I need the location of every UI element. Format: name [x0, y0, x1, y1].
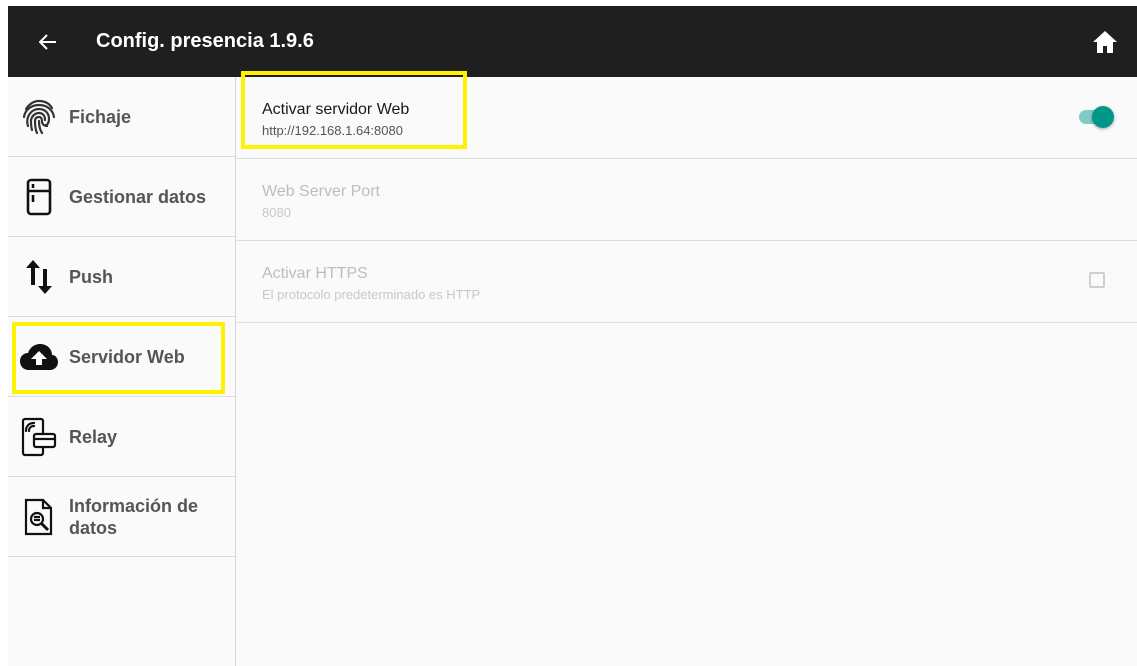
app-bar: Config. presencia 1.9.6 [8, 6, 1137, 77]
sidebar-item-label: Relay [69, 426, 118, 447]
pref-activar-https[interactable]: Activar HTTPS El protocolo predeterminad… [236, 241, 1137, 323]
pref-web-server-port[interactable]: Web Server Port 8080 [236, 159, 1137, 241]
pref-activar-servidor-web[interactable]: Activar servidor Web http://192.168.1.64… [236, 71, 1137, 159]
pref-summary: El protocolo predeterminado es HTTP [262, 287, 481, 302]
fingerprint-icon [18, 96, 60, 138]
web-server-switch[interactable] [1079, 106, 1114, 128]
sidebar-item-gestionar-datos[interactable]: Gestionar datos [8, 157, 235, 237]
swap-vertical-icon [18, 256, 60, 298]
sidebar-item-label: Información de datos [69, 495, 199, 538]
switch-thumb [1092, 106, 1114, 128]
pref-title: Activar servidor Web [262, 101, 410, 118]
fridge-icon [18, 176, 60, 218]
back-button[interactable] [34, 28, 62, 56]
sidebar-item-label: Fichaje [69, 106, 132, 127]
door-card-icon [18, 416, 60, 458]
preferences-list: Activar servidor Web http://192.168.1.64… [236, 71, 1137, 666]
document-search-icon [18, 496, 60, 538]
https-checkbox[interactable] [1089, 272, 1105, 288]
arrow-left-icon [39, 34, 56, 50]
pref-summary: http://192.168.1.64:8080 [262, 123, 403, 138]
pref-title: Activar HTTPS [262, 265, 368, 282]
home-button[interactable] [1089, 26, 1121, 58]
pref-summary: 8080 [262, 205, 291, 220]
sidebar-item-fichaje[interactable]: Fichaje [8, 77, 235, 157]
sidebar-item-label: Push [69, 266, 114, 287]
pref-title: Web Server Port [262, 183, 380, 200]
sidebar-item-label: Servidor Web [69, 346, 185, 367]
home-icon [1093, 31, 1117, 53]
page-title: Config. presencia 1.9.6 [96, 30, 314, 52]
sidebar-item-push[interactable]: Push [8, 237, 235, 317]
sidebar-item-label: Gestionar datos [69, 186, 207, 207]
sidebar-item-relay[interactable]: Relay [8, 397, 235, 477]
sidebar: Fichaje Gestionar datos Push Servidor We… [8, 77, 236, 666]
cloud-upload-icon [18, 336, 60, 378]
sidebar-item-informacion-de-datos[interactable]: Información de datos [8, 477, 235, 557]
app-window: Config. presencia 1.9.6 Fichaje Gestiona… [8, 6, 1137, 666]
sidebar-item-servidor-web[interactable]: Servidor Web [8, 317, 235, 397]
